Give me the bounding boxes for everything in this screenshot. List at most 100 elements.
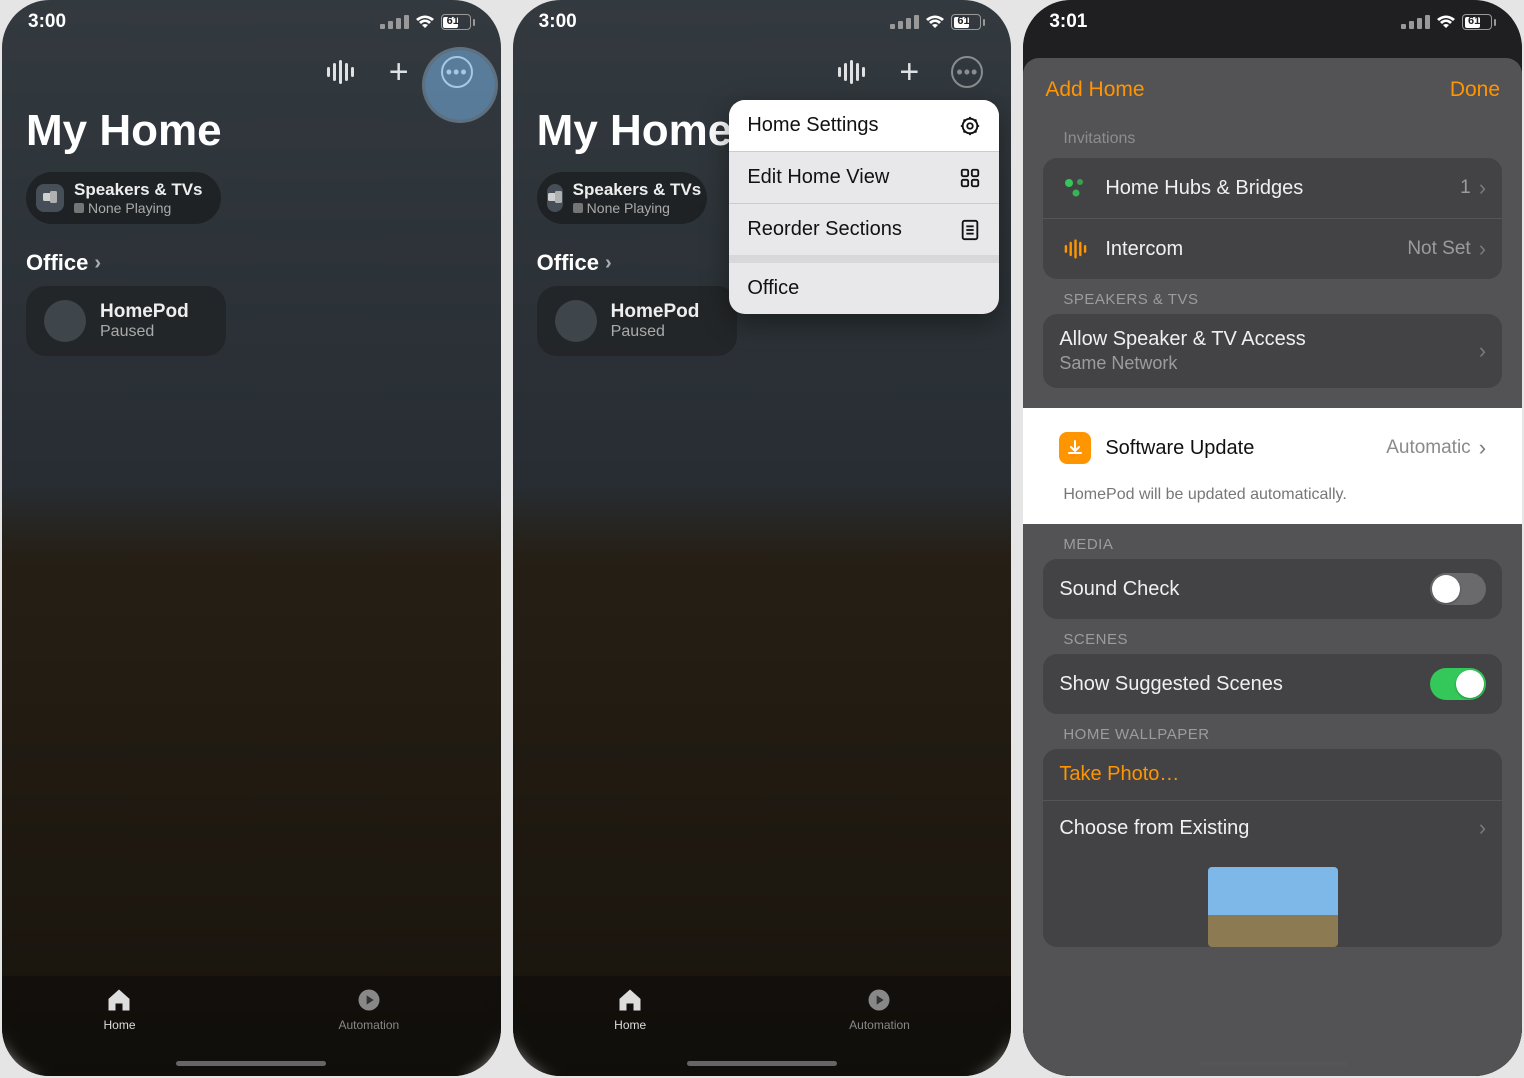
row-suggested-scenes[interactable]: Show Suggested Scenes bbox=[1043, 654, 1502, 714]
add-accessory-button[interactable]: + bbox=[893, 56, 925, 88]
intercom-icon[interactable] bbox=[325, 56, 357, 88]
row-take-photo[interactable]: Take Photo… bbox=[1043, 749, 1502, 800]
wifi-icon bbox=[1436, 15, 1456, 30]
status-bar: 3:00 61 bbox=[2, 0, 501, 44]
chevron-right-icon: › bbox=[1479, 236, 1486, 262]
more-menu: Home Settings Edit Home View Reorder Sec… bbox=[729, 100, 999, 314]
menu-room-office[interactable]: Office bbox=[729, 263, 999, 314]
tab-bar: Home Automation bbox=[2, 976, 501, 1076]
done-button[interactable]: Done bbox=[1450, 78, 1500, 102]
add-home-button[interactable]: Add Home bbox=[1045, 78, 1144, 102]
home-indicator bbox=[1198, 1061, 1348, 1066]
home-indicator bbox=[176, 1061, 326, 1066]
wifi-icon bbox=[415, 15, 435, 30]
chevron-right-icon: › bbox=[1479, 338, 1486, 364]
chip-title: Speakers & TVs bbox=[573, 180, 702, 200]
automation-icon bbox=[355, 986, 383, 1014]
homepod-tile[interactable]: HomePod Paused bbox=[537, 286, 737, 356]
tab-home[interactable]: Home bbox=[614, 986, 646, 1032]
speakers-group: Allow Speaker & TV Access Same Network › bbox=[1043, 314, 1502, 388]
home-icon bbox=[616, 986, 644, 1014]
menu-reorder-sections[interactable]: Reorder Sections bbox=[729, 204, 999, 255]
battery-icon: 61 bbox=[441, 14, 475, 30]
menu-edit-home-view[interactable]: Edit Home View bbox=[729, 152, 999, 203]
more-button[interactable]: ••• bbox=[951, 56, 983, 88]
row-home-hubs[interactable]: Home Hubs & Bridges 1› bbox=[1043, 158, 1502, 218]
download-icon bbox=[1059, 432, 1091, 464]
hubs-group: Home Hubs & Bridges 1› Intercom Not Set› bbox=[1043, 158, 1502, 279]
row-speaker-access[interactable]: Allow Speaker & TV Access Same Network › bbox=[1043, 314, 1502, 388]
row-intercom[interactable]: Intercom Not Set› bbox=[1043, 218, 1502, 279]
row-choose-existing[interactable]: Choose from Existing › bbox=[1043, 800, 1502, 855]
screenshot-3-home-settings: 3:01 61 Add Home Done Invitations Home H… bbox=[1023, 0, 1522, 1076]
add-accessory-button[interactable]: + bbox=[383, 56, 415, 88]
tab-home[interactable]: Home bbox=[103, 986, 135, 1032]
scenes-group: Show Suggested Scenes bbox=[1043, 654, 1502, 714]
wallpaper-group: Take Photo… Choose from Existing › bbox=[1043, 749, 1502, 947]
media-header: MEDIA bbox=[1023, 524, 1522, 559]
cellular-icon bbox=[1401, 15, 1430, 29]
sound-check-toggle[interactable] bbox=[1430, 573, 1486, 605]
device-status: Paused bbox=[611, 323, 700, 341]
homepod-tile[interactable]: HomePod Paused bbox=[26, 286, 226, 356]
status-bar: 3:00 61 bbox=[513, 0, 1012, 44]
automation-icon bbox=[865, 986, 893, 1014]
row-software-update[interactable]: Software Update Automatic› bbox=[1043, 418, 1502, 478]
wallpaper-header: HOME WALLPAPER bbox=[1023, 714, 1522, 749]
page-title: My Home bbox=[2, 100, 501, 172]
device-status: Paused bbox=[100, 323, 189, 341]
sheet-header: Add Home Done bbox=[1023, 58, 1522, 122]
chevron-right-icon: › bbox=[1479, 815, 1486, 841]
tab-automation[interactable]: Automation bbox=[849, 986, 910, 1032]
toolbar: + ••• bbox=[513, 44, 1012, 100]
battery-icon: 61 bbox=[951, 14, 985, 30]
speakers-tvs-chip[interactable]: Speakers & TVs None Playing bbox=[537, 172, 707, 224]
intercom-icon[interactable] bbox=[835, 56, 867, 88]
more-button-highlight bbox=[425, 50, 495, 120]
suggested-scenes-toggle[interactable] bbox=[1430, 668, 1486, 700]
list-icon bbox=[959, 219, 981, 241]
status-time: 3:01 bbox=[1049, 11, 1087, 33]
cellular-icon bbox=[890, 15, 919, 29]
homepod-icon bbox=[555, 300, 597, 342]
home-indicator bbox=[687, 1061, 837, 1066]
speakers-icon bbox=[547, 184, 563, 212]
room-section-header[interactable]: Office› bbox=[2, 224, 501, 286]
chevron-right-icon: › bbox=[1479, 175, 1486, 201]
chip-title: Speakers & TVs bbox=[74, 180, 203, 200]
speakers-tvs-header: SPEAKERS & TVS bbox=[1023, 279, 1522, 314]
device-name: HomePod bbox=[100, 301, 189, 323]
status-icons: 61 bbox=[380, 14, 475, 30]
speakers-tvs-chip[interactable]: Speakers & TVs None Playing bbox=[26, 172, 221, 224]
tab-automation[interactable]: Automation bbox=[338, 986, 399, 1032]
invitations-label: Invitations bbox=[1023, 122, 1522, 158]
intercom-icon bbox=[1059, 233, 1091, 265]
speakers-icon bbox=[36, 184, 64, 212]
screenshot-2-home-menu: 3:00 61 + ••• My Home Speakers bbox=[513, 0, 1012, 1076]
row-sound-check[interactable]: Sound Check bbox=[1043, 559, 1502, 619]
status-icons: 61 bbox=[890, 14, 985, 30]
cellular-icon bbox=[380, 15, 409, 29]
screenshot-1-home-app: 3:00 61 + ••• My Home Spea bbox=[2, 0, 501, 1076]
software-update-note: HomePod will be updated automatically. bbox=[1023, 478, 1522, 510]
tab-bar: Home Automation bbox=[513, 976, 1012, 1076]
home-icon bbox=[105, 986, 133, 1014]
chevron-right-icon: › bbox=[94, 252, 101, 275]
status-time: 3:00 bbox=[539, 11, 577, 33]
wallpaper-thumbnail[interactable] bbox=[1208, 867, 1338, 947]
homepod-icon bbox=[44, 300, 86, 342]
battery-icon: 61 bbox=[1462, 14, 1496, 30]
software-update-highlight: Software Update Automatic› HomePod will … bbox=[1023, 408, 1522, 524]
gear-icon bbox=[959, 115, 981, 137]
chevron-right-icon: › bbox=[1479, 435, 1486, 461]
status-bar: 3:01 61 bbox=[1023, 0, 1522, 44]
grid-icon bbox=[959, 167, 981, 189]
media-group: Sound Check bbox=[1043, 559, 1502, 619]
chip-subtitle: None Playing bbox=[74, 200, 203, 216]
menu-home-settings[interactable]: Home Settings bbox=[729, 100, 999, 151]
chip-subtitle: None Playing bbox=[573, 200, 702, 216]
scenes-header: SCENES bbox=[1023, 619, 1522, 654]
wifi-icon bbox=[925, 15, 945, 30]
status-icons: 61 bbox=[1401, 14, 1496, 30]
hubs-icon bbox=[1059, 172, 1091, 204]
